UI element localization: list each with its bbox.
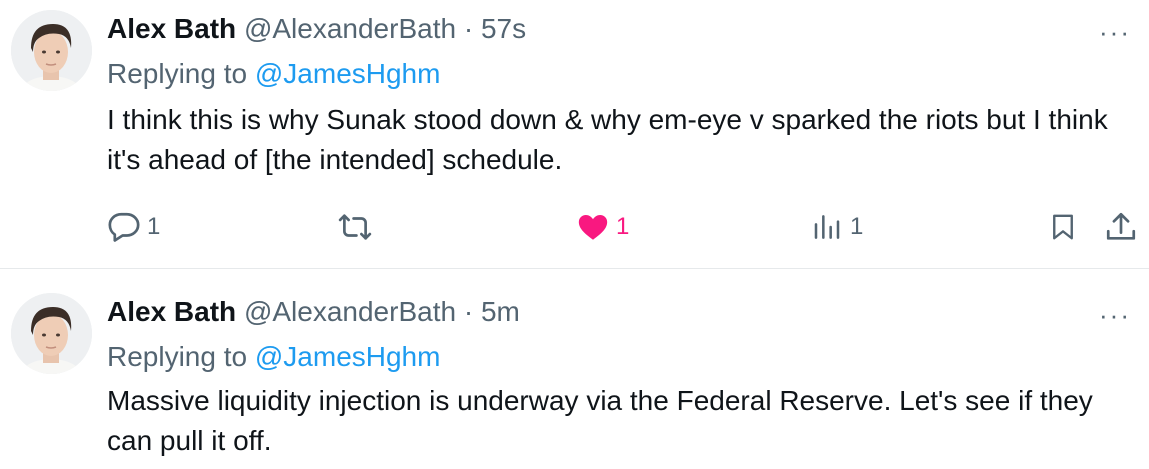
author-handle[interactable]: @AlexanderBath	[244, 296, 456, 327]
author-name[interactable]: Alex Bath	[107, 296, 236, 327]
avatar[interactable]	[11, 10, 92, 91]
views-count: 1	[850, 213, 864, 240]
replying-prefix: Replying to	[107, 341, 248, 372]
bookmark-icon	[1048, 210, 1078, 244]
share-button[interactable]	[1104, 205, 1138, 249]
avatar[interactable]	[11, 293, 92, 374]
views-button[interactable]: 1	[812, 205, 863, 249]
views-icon	[812, 210, 844, 244]
tweet-text: I think this is why Sunak stood down & w…	[107, 104, 1108, 175]
reply-count: 1	[147, 213, 161, 240]
like-button[interactable]: 1	[576, 205, 629, 249]
like-icon	[576, 210, 610, 244]
bookmark-button[interactable]	[1048, 205, 1078, 249]
author-handle[interactable]: @AlexanderBath	[244, 13, 456, 44]
like-count: 1	[616, 213, 630, 240]
tweet: Alex Bath @AlexanderBath · 5m ··· Replyi…	[0, 269, 1149, 469]
reply-button[interactable]: 1	[107, 205, 160, 249]
replying-to: Replying to @JamesHghm	[107, 57, 440, 91]
reply-icon	[107, 210, 141, 244]
separator: ·	[463, 296, 474, 327]
tweet: Alex Bath @AlexanderBath · 57s ··· Reply…	[0, 0, 1149, 269]
retweet-icon	[337, 210, 373, 244]
timestamp[interactable]: 5m	[481, 296, 520, 327]
replying-prefix: Replying to	[107, 58, 248, 89]
more-icon[interactable]: ···	[1099, 302, 1131, 328]
action-bar: 1 1 1	[0, 205, 1149, 249]
mention-link[interactable]: @JamesHghm	[255, 341, 441, 372]
separator: ·	[463, 13, 474, 44]
tweet-text: Massive liquidity injection is underway …	[107, 385, 1093, 456]
mention-link[interactable]: @JamesHghm	[255, 58, 441, 89]
replying-to: Replying to @JamesHghm	[107, 340, 440, 374]
share-icon	[1104, 210, 1138, 244]
more-icon[interactable]: ···	[1099, 19, 1131, 45]
retweet-button[interactable]	[337, 205, 379, 249]
tweet-header: Alex Bath @AlexanderBath · 57s	[107, 12, 526, 46]
timestamp[interactable]: 57s	[481, 13, 526, 44]
tweet-header: Alex Bath @AlexanderBath · 5m	[107, 295, 520, 329]
author-name[interactable]: Alex Bath	[107, 13, 236, 44]
